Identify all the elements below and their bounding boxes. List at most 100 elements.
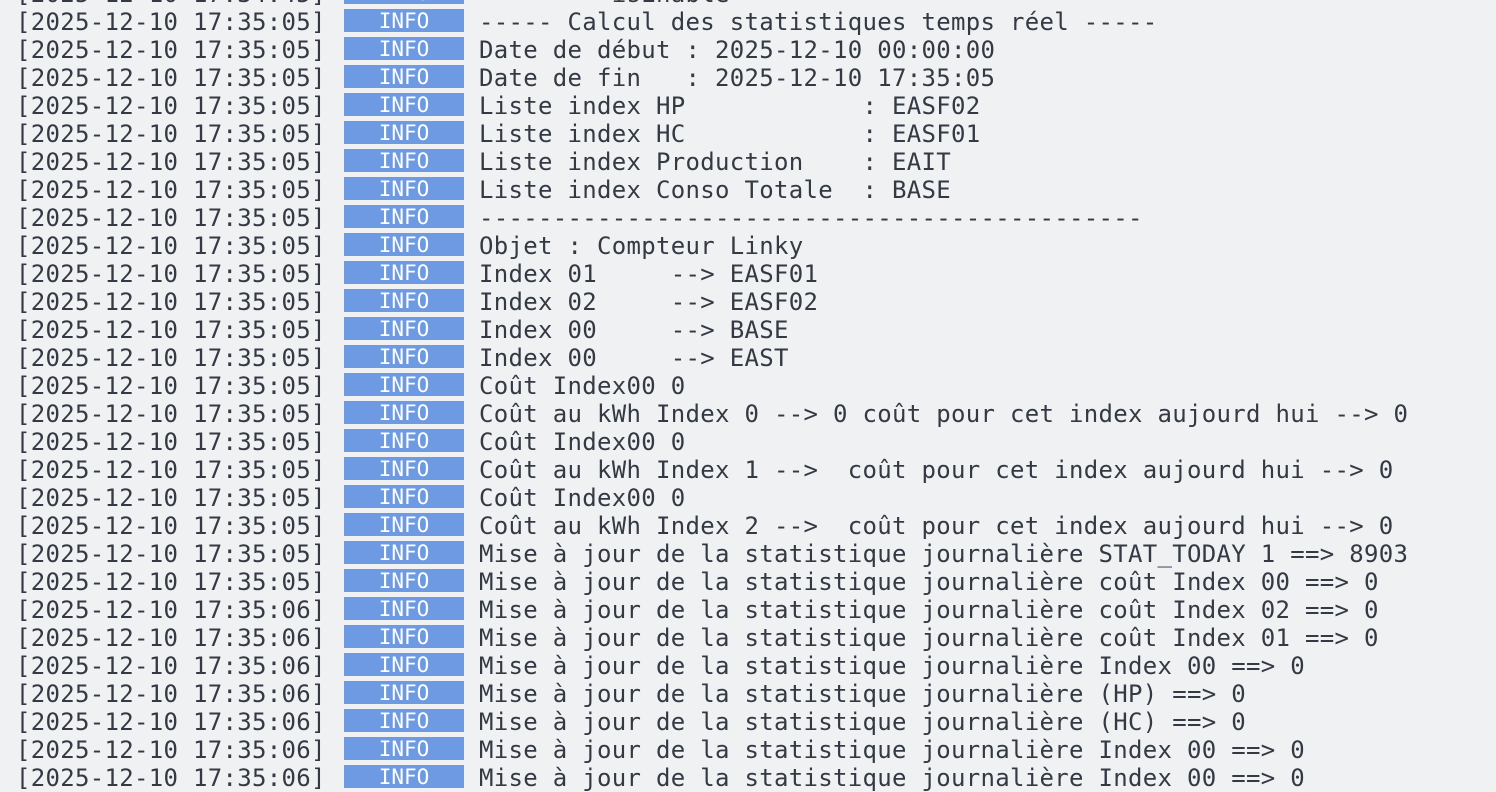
log-message: Index 00 --> EAST — [479, 344, 789, 372]
log-timestamp: [2025-12-10 17:35:05] — [16, 568, 326, 596]
log-line: [2025-12-10 17:35:06] INFO Mise à jour de … — [0, 708, 1496, 736]
log-timestamp: [2025-12-10 17:35:05] — [16, 540, 326, 568]
log-level-badge: INFO — [344, 737, 464, 761]
log-timestamp: [2025-12-10 17:35:05] — [16, 372, 326, 400]
log-timestamp: [2025-12-10 17:35:06] — [16, 764, 326, 792]
log-level-badge: INFO — [344, 205, 464, 229]
log-timestamp: [2025-12-10 17:35:05] — [16, 8, 326, 36]
log-message: Mise à jour de la statistique journalièr… — [479, 596, 1379, 624]
log-level-badge: INFO — [344, 625, 464, 649]
log-timestamp: [2025-12-10 17:35:05] — [16, 344, 326, 372]
log-level-badge: INFO — [344, 65, 464, 89]
log-timestamp: [2025-12-10 17:35:05] — [16, 400, 326, 428]
log-line: [2025-12-10 17:35:05] INFO Liste index Con… — [0, 176, 1496, 204]
log-timestamp: [2025-12-10 17:34:45] — [16, 0, 326, 8]
log-level-badge: INFO — [344, 121, 464, 145]
log-timestamp: [2025-12-10 17:35:06] — [16, 708, 326, 736]
log-line: [2025-12-10 17:35:05] INFO Index 01 --> EA… — [0, 260, 1496, 288]
log-timestamp: [2025-12-10 17:35:06] — [16, 596, 326, 624]
log-line: [2025-12-10 17:35:06] INFO Mise à jour de … — [0, 596, 1496, 624]
log-line: [2025-12-10 17:35:05] INFO Coût Index00 0 — [0, 428, 1496, 456]
log-level-badge: INFO — [344, 541, 464, 565]
log-timestamp: [2025-12-10 17:35:05] — [16, 428, 326, 456]
log-level-badge: INFO — [344, 345, 464, 369]
log-level-badge: INFO — [344, 317, 464, 341]
log-message: Mise à jour de la statistique journalièr… — [479, 624, 1379, 652]
log-line: [2025-12-10 17:35:05] INFO Coût au kWh Ind… — [0, 512, 1496, 540]
log-line: [2025-12-10 17:35:05] INFO Index 00 --> EA… — [0, 344, 1496, 372]
log-timestamp: [2025-12-10 17:35:06] — [16, 736, 326, 764]
log-level-badge: INFO — [344, 93, 464, 117]
log-line: [2025-12-10 17:35:05] INFO Date de début :… — [0, 36, 1496, 64]
log-level-badge: INFO — [344, 373, 464, 397]
log-message: Mise à jour de la statistique journalièr… — [479, 568, 1379, 596]
log-line: [2025-12-10 17:35:05] INFO ----- Calcul de… — [0, 8, 1496, 36]
log-level-badge: INFO — [344, 569, 464, 593]
log-message: Index 02 --> EASF02 — [479, 288, 819, 316]
log-message: Mise à jour de la statistique journalièr… — [479, 680, 1246, 708]
log-level-badge: INFO — [344, 0, 464, 5]
log-message: Date de fin : 2025-12-10 17:35:05 — [479, 64, 996, 92]
log-level-badge: INFO — [344, 709, 464, 733]
log-line: [2025-12-10 17:35:05] INFO Index 02 --> EA… — [0, 288, 1496, 316]
log-message: -------- isEnable -------- — [479, 0, 862, 8]
log-level-badge: INFO — [344, 457, 464, 481]
log-message: Index 01 --> EASF01 — [479, 260, 819, 288]
log-level-badge: INFO — [344, 765, 464, 789]
log-message: Mise à jour de la statistique journalièr… — [479, 540, 1409, 568]
log-timestamp: [2025-12-10 17:35:05] — [16, 148, 326, 176]
log-message: Objet : Compteur Linky — [479, 232, 804, 260]
log-message: Liste index Production : EAIT — [479, 148, 951, 176]
log-timestamp: [2025-12-10 17:35:05] — [16, 92, 326, 120]
log-line: [2025-12-10 17:35:05] INFO Liste index Pro… — [0, 148, 1496, 176]
log-level-badge: INFO — [344, 177, 464, 201]
log-level-badge: INFO — [344, 9, 464, 33]
log-message: Mise à jour de la statistique journalièr… — [479, 736, 1305, 764]
log-line: [2025-12-10 17:35:06] INFO Mise à jour de … — [0, 764, 1496, 792]
log-line: [2025-12-10 17:35:05] INFO Coût au kWh Ind… — [0, 400, 1496, 428]
log-message: Coût Index00 0 — [479, 372, 686, 400]
log-timestamp: [2025-12-10 17:35:05] — [16, 456, 326, 484]
log-timestamp: [2025-12-10 17:35:05] — [16, 120, 326, 148]
log-message: Mise à jour de la statistique journalièr… — [479, 708, 1246, 736]
log-line: [2025-12-10 17:35:05] INFO Coût Index00 0 — [0, 372, 1496, 400]
log-timestamp: [2025-12-10 17:35:05] — [16, 512, 326, 540]
log-level-badge: INFO — [344, 233, 464, 257]
log-level-badge: INFO — [344, 653, 464, 677]
log-line: [2025-12-10 17:35:05] INFO Mise à jour de … — [0, 540, 1496, 568]
log-message: Mise à jour de la statistique journalièr… — [479, 652, 1305, 680]
log-line: [2025-12-10 17:35:05] INFO Liste index HC … — [0, 120, 1496, 148]
log-message: Mise à jour de la statistique journalièr… — [479, 764, 1305, 792]
log-level-badge: INFO — [344, 261, 464, 285]
log-line: [2025-12-10 17:35:05] INFO ---------------… — [0, 204, 1496, 232]
log-panel: [2025-12-10 17:34:45] INFO -------- isEnab… — [0, 0, 1496, 792]
log-message: Liste index HP : EASF02 — [479, 92, 981, 120]
log-timestamp: [2025-12-10 17:35:05] — [16, 64, 326, 92]
log-timestamp: [2025-12-10 17:35:05] — [16, 316, 326, 344]
log-message: Coût Index00 0 — [479, 428, 686, 456]
log-line: [2025-12-10 17:35:05] INFO Index 00 --> BA… — [0, 316, 1496, 344]
log-line: [2025-12-10 17:35:06] INFO Mise à jour de … — [0, 736, 1496, 764]
log-message: ----------------------------------------… — [479, 204, 1143, 232]
log-level-badge: INFO — [344, 401, 464, 425]
log-line: [2025-12-10 17:35:05] INFO Date de fin : 2… — [0, 64, 1496, 92]
log-message: Date de début : 2025-12-10 00:00:00 — [479, 36, 996, 64]
log-timestamp: [2025-12-10 17:35:06] — [16, 652, 326, 680]
log-message: Coût au kWh Index 1 --> coût pour cet in… — [479, 456, 1394, 484]
log-message: Liste index HC : EASF01 — [479, 120, 981, 148]
log-timestamp: [2025-12-10 17:35:05] — [16, 232, 326, 260]
log-line: [2025-12-10 17:35:05] INFO Mise à jour de … — [0, 568, 1496, 596]
log-line: [2025-12-10 17:35:06] INFO Mise à jour de … — [0, 652, 1496, 680]
log-line: [2025-12-10 17:35:05] INFO Coût au kWh Ind… — [0, 456, 1496, 484]
log-level-badge: INFO — [344, 597, 464, 621]
log-level-badge: INFO — [344, 681, 464, 705]
log-message: Coût au kWh Index 2 --> coût pour cet in… — [479, 512, 1394, 540]
log-level-badge: INFO — [344, 149, 464, 173]
log-timestamp: [2025-12-10 17:35:05] — [16, 288, 326, 316]
log-message: Index 00 --> BASE — [479, 316, 789, 344]
log-level-badge: INFO — [344, 37, 464, 61]
log-timestamp: [2025-12-10 17:35:06] — [16, 680, 326, 708]
log-message: Liste index Conso Totale : BASE — [479, 176, 951, 204]
log-message: ----- Calcul des statistiques temps réel… — [479, 8, 1158, 36]
log-line: [2025-12-10 17:35:06] INFO Mise à jour de … — [0, 680, 1496, 708]
